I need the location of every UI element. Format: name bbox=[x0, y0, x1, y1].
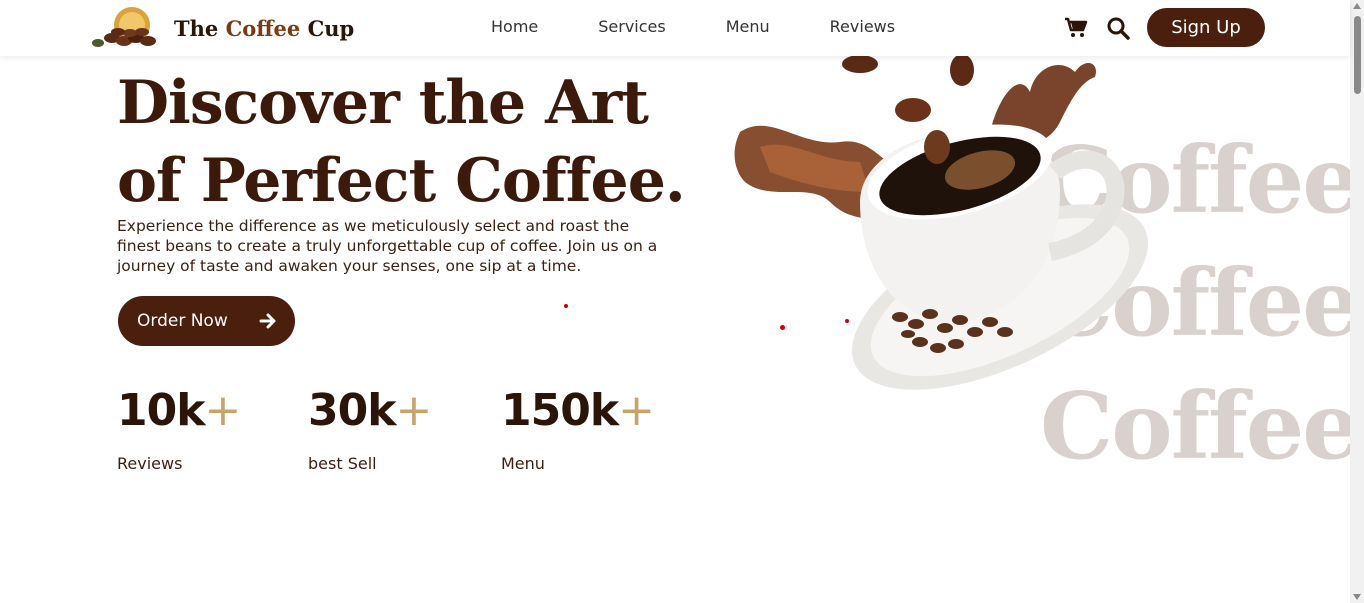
stat-value: 150k+ bbox=[501, 385, 655, 436]
scroll-up-icon[interactable] bbox=[1353, 3, 1361, 9]
order-now-button[interactable]: Order Now bbox=[118, 296, 295, 346]
search-icon[interactable] bbox=[1106, 16, 1130, 40]
decorative-dot bbox=[564, 304, 568, 308]
brand-logo[interactable]: The Coffee Cup bbox=[90, 4, 354, 52]
site-header: The Coffee Cup Home Services Menu Review… bbox=[0, 0, 1350, 56]
stat-label: Menu bbox=[501, 454, 545, 473]
order-now-label: Order Now bbox=[137, 311, 228, 331]
hero-title-line1: Discover the Art bbox=[117, 68, 649, 138]
hero-description: Experience the difference as we meticulo… bbox=[117, 217, 658, 275]
cart-icon[interactable] bbox=[1064, 16, 1088, 40]
page-scrollbar[interactable] bbox=[1350, 0, 1364, 603]
header-icons bbox=[1064, 16, 1130, 40]
stat-label: Reviews bbox=[117, 454, 183, 473]
hero-title-line2: of Perfect Coffee. bbox=[117, 146, 686, 216]
stat-best-sell: 30k+ best Sell bbox=[308, 384, 432, 473]
stat-value: 10k+ bbox=[117, 385, 241, 436]
nav-home[interactable]: Home bbox=[491, 17, 538, 36]
scroll-down-icon[interactable] bbox=[1353, 594, 1361, 600]
scroll-thumb[interactable] bbox=[1354, 16, 1361, 94]
nav-reviews[interactable]: Reviews bbox=[830, 17, 895, 36]
brand-name: The Coffee Cup bbox=[174, 15, 355, 41]
coffee-cup-splash-illustration bbox=[734, 54, 1148, 390]
decorative-dot bbox=[780, 325, 785, 330]
stat-menu: 150k+ Menu bbox=[501, 384, 655, 473]
nav-services[interactable]: Services bbox=[598, 17, 665, 36]
sign-up-button[interactable]: Sign Up bbox=[1147, 8, 1265, 47]
decorative-dot bbox=[845, 319, 849, 323]
nav-menu[interactable]: Menu bbox=[726, 17, 770, 36]
stat-label: best Sell bbox=[308, 454, 377, 473]
hero-title: Discover the Art of Perfect Coffee. bbox=[117, 64, 717, 220]
stat-value: 30k+ bbox=[308, 385, 432, 436]
coffee-beans-logo-icon bbox=[92, 7, 156, 47]
main-nav: Home Services Menu Reviews bbox=[491, 17, 895, 36]
arrow-right-icon bbox=[259, 313, 276, 329]
stat-reviews: 10k+ Reviews bbox=[117, 384, 241, 473]
